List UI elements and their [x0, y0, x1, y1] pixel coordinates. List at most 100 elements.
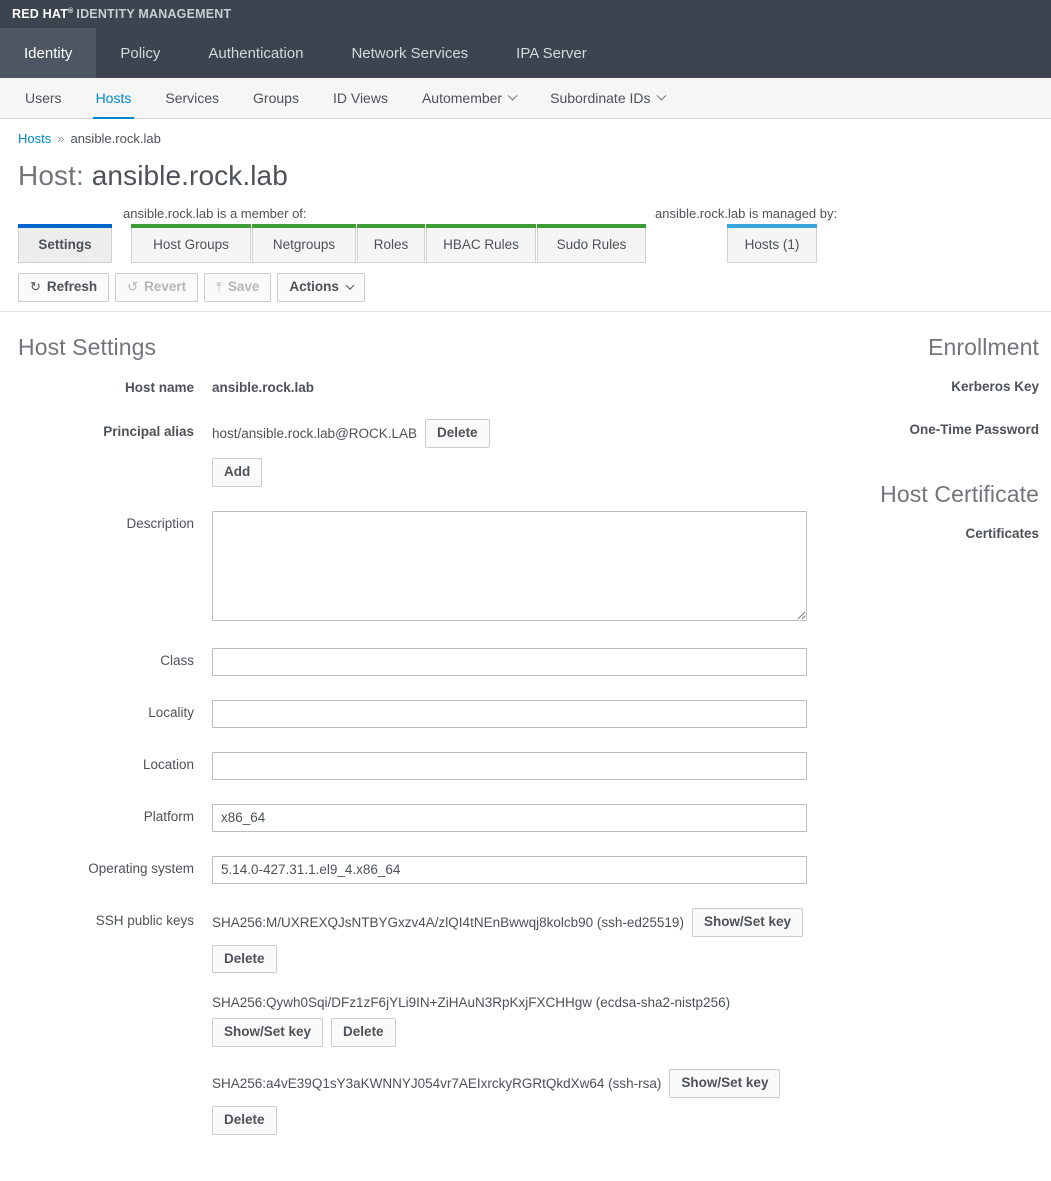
- refresh-button-label: Refresh: [46, 279, 98, 294]
- ssh-key-actions: Delete: [212, 1106, 845, 1135]
- nav-item-policy[interactable]: Policy: [96, 28, 184, 78]
- nav-item-identity[interactable]: Identity: [0, 28, 97, 78]
- locality-input[interactable]: [212, 699, 807, 728]
- platform-input[interactable]: [212, 803, 807, 832]
- locality-label: Locality: [148, 704, 194, 720]
- subnav-item-id-views[interactable]: ID Views: [316, 78, 405, 118]
- description-textarea[interactable]: [212, 510, 807, 621]
- ssh-key-fingerprint: SHA256:M/UXREXQJsNTBYGxzv4A/zlQI4tNEnBww…: [212, 914, 684, 930]
- subnav-item-groups[interactable]: Groups: [236, 78, 316, 118]
- ssh-public-keys-label: SSH public keys: [95, 912, 194, 928]
- class-label: Class: [160, 652, 194, 668]
- show-set-key-button[interactable]: Show/Set key: [212, 1018, 324, 1048]
- page-title: Host: ansible.rock.lab: [0, 146, 1051, 192]
- delete-ssh-key-button[interactable]: Delete: [331, 1018, 396, 1048]
- member-of-caption: ansible.rock.lab is a member of:: [123, 206, 307, 221]
- ssh-key-item: SHA256:a4vE39Q1sY3aKWNNYJ054vr7AEIxrckyR…: [212, 1069, 845, 1135]
- delete-ssh-key-button[interactable]: Delete: [212, 1106, 277, 1135]
- operating-system-input[interactable]: [212, 855, 807, 884]
- ssh-public-keys-list: SHA256:M/UXREXQJsNTBYGxzv4A/zlQI4tNEnBww…: [212, 907, 845, 1157]
- nav-item-ipa-server[interactable]: IPA Server: [492, 28, 611, 78]
- facet-tab-hosts[interactable]: Hosts (1): [727, 224, 817, 263]
- location-control: [212, 751, 845, 780]
- delete-ssh-key-button[interactable]: Delete: [212, 944, 277, 974]
- facet-captions: ansible.rock.lab is a member of: ansible…: [18, 206, 1051, 224]
- facet-tab-roles[interactable]: Roles: [357, 224, 425, 263]
- actions-button-label: Actions: [289, 279, 339, 294]
- nav-item-authentication[interactable]: Authentication: [184, 28, 327, 78]
- field-class: Class: [0, 647, 845, 676]
- chevron-down-icon: [656, 90, 666, 101]
- facet-tabs: Settings Host Groups Netgroups Roles HBA…: [18, 224, 1051, 263]
- managed-by-tab-group: Hosts (1): [727, 224, 818, 263]
- principal-alias-content: host/ansible.rock.lab@ROCK.LAB Delete Ad…: [212, 418, 845, 487]
- add-principal-alias-button[interactable]: Add: [212, 457, 263, 487]
- revert-button-label: Revert: [144, 279, 187, 294]
- subnav-item-hosts[interactable]: Hosts: [79, 78, 149, 119]
- product-name: IDENTITY MANAGEMENT: [76, 7, 232, 21]
- field-host-name: Host name ansible.rock.lab: [0, 375, 845, 395]
- save-button-label: Save: [227, 279, 260, 294]
- host-name-label: Host name: [124, 379, 194, 395]
- brand-bar: RED HAT® IDENTITY MANAGEMENT: [0, 0, 1051, 28]
- field-description: Description: [0, 510, 845, 624]
- managed-by-caption: ansible.rock.lab is managed by:: [655, 206, 838, 221]
- field-locality: Locality: [0, 699, 845, 728]
- breadcrumb-separator: »: [57, 131, 65, 146]
- primary-navigation: Identity Policy Authentication Network S…: [0, 28, 1051, 78]
- description-control: [212, 510, 845, 624]
- platform-label: Platform: [143, 808, 194, 824]
- upload-icon: ⤒: [216, 279, 222, 295]
- principal-alias-value: host/ansible.rock.lab@ROCK.LAB: [212, 425, 418, 441]
- nav-item-network-services[interactable]: Network Services: [327, 28, 492, 78]
- field-ssh-public-keys: SSH public keys SHA256:M/UXREXQJsNTBYGxz…: [0, 907, 845, 1157]
- ssh-key-row: SHA256:M/UXREXQJsNTBYGxzv4A/zlQI4tNEnBww…: [212, 907, 845, 937]
- field-platform: Platform: [0, 803, 845, 832]
- kerberos-key-label: Kerberos Key: [951, 378, 1039, 394]
- principal-alias-add-row: Add: [212, 457, 845, 487]
- ssh-key-item: SHA256:Qywh0Sqi/DFz1zF6jYLi9IN+ZiHAuN3Rp…: [212, 995, 845, 1048]
- field-principal-alias: Principal alias host/ansible.rock.lab@RO…: [0, 418, 845, 487]
- platform-control: [212, 803, 845, 832]
- redhat-logo-text: RED HAT®: [12, 7, 74, 21]
- host-name-value: ansible.rock.lab: [212, 379, 315, 395]
- facet-tab-netgroups[interactable]: Netgroups: [252, 224, 356, 263]
- breadcrumb-link-hosts[interactable]: Hosts: [18, 131, 51, 146]
- subnav-item-users[interactable]: Users: [8, 78, 79, 118]
- description-label: Description: [126, 515, 194, 531]
- principal-alias-label: Principal alias: [103, 423, 194, 439]
- delete-principal-alias-button[interactable]: Delete: [425, 418, 490, 448]
- subnav-subordinate-ids-label: Subordinate IDs: [550, 90, 651, 106]
- ssh-key-fingerprint: SHA256:a4vE39Q1sY3aKWNNYJ054vr7AEIxrckyR…: [212, 1076, 662, 1092]
- subnav-item-subordinate-ids[interactable]: Subordinate IDs: [533, 78, 681, 118]
- save-button[interactable]: ⤒ Save: [204, 273, 272, 302]
- ssh-key-row: SHA256:Qywh0Sqi/DFz1zF6jYLi9IN+ZiHAuN3Rp…: [212, 995, 845, 1010]
- facet-tab-host-groups[interactable]: Host Groups: [131, 224, 251, 263]
- facet-tab-settings[interactable]: Settings: [18, 224, 112, 263]
- subnav-item-automember[interactable]: Automember: [405, 78, 533, 118]
- breadcrumb-current: ansible.rock.lab: [70, 131, 161, 146]
- enrollment-column: Enrollment Kerberos Key One-Time Passwor…: [845, 334, 1051, 1181]
- chevron-down-icon: [345, 281, 355, 291]
- host-settings-column: Host Settings Host name ansible.rock.lab…: [0, 334, 845, 1181]
- class-input[interactable]: [212, 647, 807, 676]
- chevron-down-icon: [507, 90, 518, 101]
- field-operating-system: Operating system: [0, 855, 845, 884]
- one-time-password-label: One-Time Password: [909, 421, 1039, 437]
- registered-trademark-icon: ®: [68, 8, 74, 15]
- subnav-automember-label: Automember: [421, 90, 503, 106]
- facet-tab-sudo-rules[interactable]: Sudo Rules: [537, 224, 646, 263]
- actions-dropdown-button[interactable]: Actions: [277, 273, 365, 302]
- host-certificate-title: Host Certificate: [880, 480, 1039, 507]
- ssh-key-actions: Show/Set key Delete: [212, 1018, 845, 1048]
- host-settings-title: Host Settings: [18, 333, 157, 360]
- location-input[interactable]: [212, 751, 807, 780]
- show-set-key-button[interactable]: Show/Set key: [669, 1069, 781, 1099]
- revert-button[interactable]: ↺ Revert: [115, 273, 199, 302]
- refresh-button[interactable]: ↻ Refresh: [18, 273, 110, 302]
- show-set-key-button[interactable]: Show/Set key: [691, 907, 803, 937]
- member-of-tab-group: Host Groups Netgroups Roles HBAC Rules S…: [131, 224, 647, 263]
- operating-system-label: Operating system: [88, 860, 194, 876]
- subnav-item-services[interactable]: Services: [148, 78, 236, 118]
- facet-tab-hbac-rules[interactable]: HBAC Rules: [426, 224, 536, 263]
